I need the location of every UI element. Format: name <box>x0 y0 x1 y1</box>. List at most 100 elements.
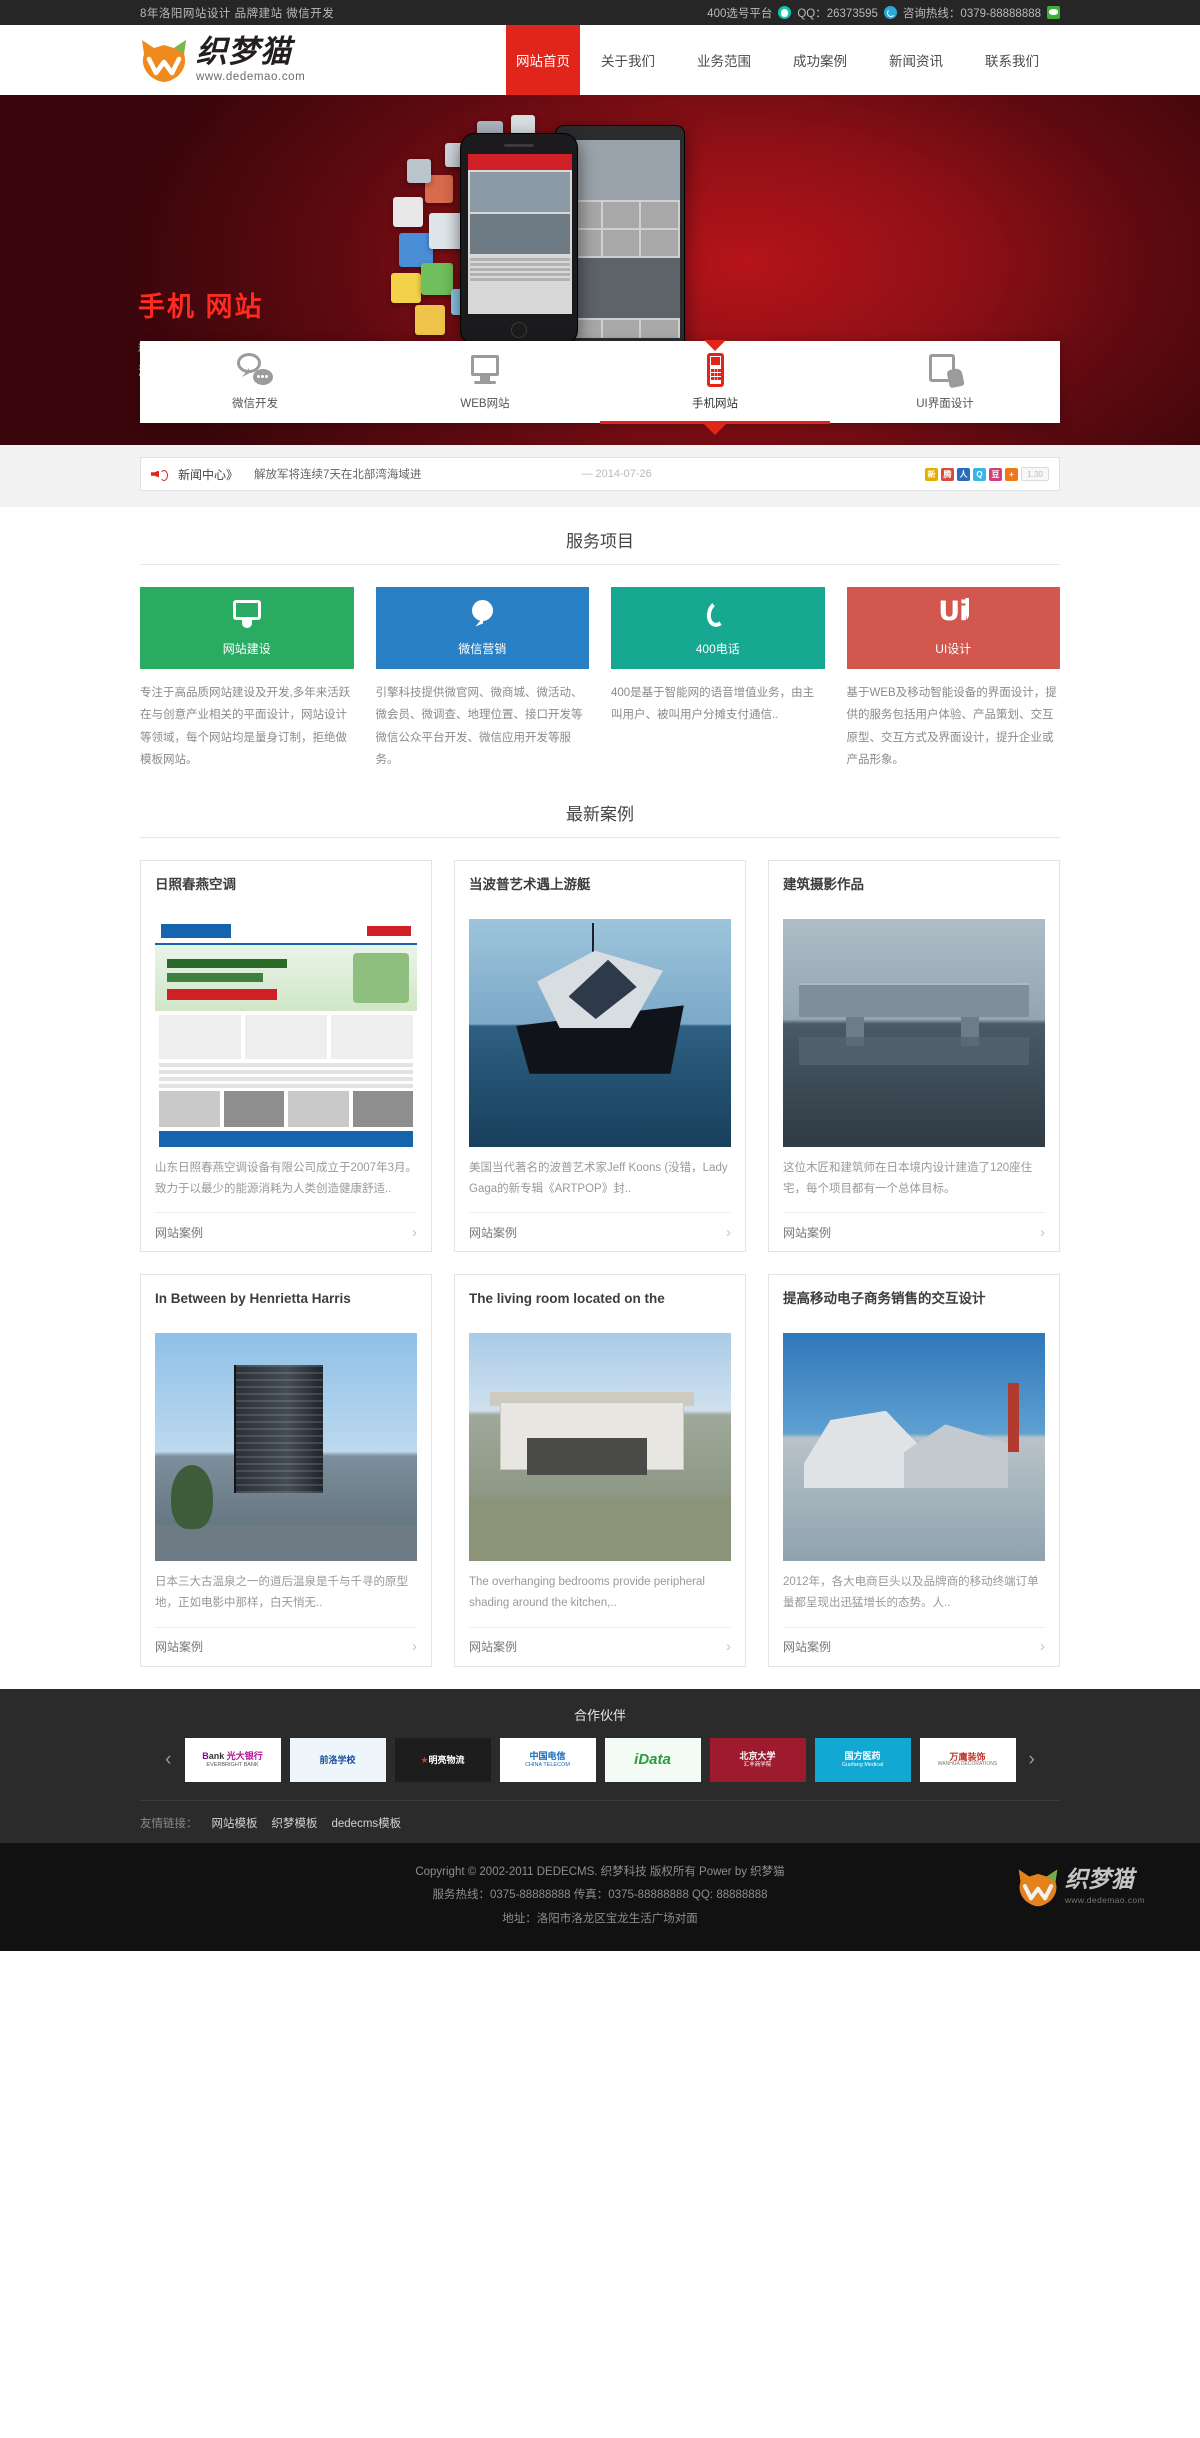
website-screenshot-thumb <box>155 918 417 1147</box>
tablet-touch-icon <box>927 353 965 389</box>
case-more-link[interactable]: 网站案例 › <box>469 1213 731 1251</box>
banner-tab-mobile[interactable]: 手机网站 <box>600 341 830 435</box>
case-more-label: 网站案例 <box>469 1640 518 1655</box>
section-divider <box>140 564 1060 565</box>
nav-home[interactable]: 网站首页 <box>506 25 580 95</box>
banner-tab-web[interactable]: WEB网站 <box>370 341 600 423</box>
partner-logo-qianluo-school[interactable]: 前洛学校 <box>289 1737 386 1782</box>
service-description: 400是基于智能网的语音增值业务，由主叫用户、被叫用户分摊支付通信.. <box>611 687 815 722</box>
tencent-weibo-icon[interactable]: 腾 <box>941 467 954 481</box>
case-title[interactable]: 日照春燕空调 <box>155 875 417 913</box>
speech-bubble-icon <box>465 599 499 630</box>
service-description: 专注于高品质网站建设及开发,多年来活跃在与创意产业相关的平面设计，网站设计等领域… <box>140 687 351 767</box>
qq-icon <box>778 6 792 19</box>
case-more-link[interactable]: 网站案例 › <box>155 1213 417 1251</box>
chevron-right-icon: › <box>1040 1638 1045 1656</box>
cases-row-2: In Between by Henrietta Harris 日本三大古温泉之一… <box>140 1274 1060 1667</box>
friend-links-label: 友情链接： <box>140 1817 198 1830</box>
partners-carousel[interactable]: ‹ Bank 光大银行 EVERBRIGHT BANK 前洛学校 ★明亮物流 中国… <box>140 1737 1060 1782</box>
service-label: 网站建设 <box>222 641 271 656</box>
douban-icon[interactable]: 豆 <box>989 467 1002 481</box>
share-buttons[interactable]: 新 腾 人 Q 豆 + 1.30 <box>925 467 1049 481</box>
site-footer: Copyright © 2002-2011 DEDECMS. 织梦科技 版权所有… <box>0 1842 1200 1952</box>
partner-logo-wanhua-decoration[interactable]: 万鹰装饰 WANHUA DECORATIONS <box>919 1737 1016 1782</box>
case-more-link[interactable]: 网站案例 › <box>783 1213 1045 1251</box>
friend-link-1[interactable]: 网站模板 <box>212 1815 258 1831</box>
hotline-label: 咨询热线：0379-88888888 <box>902 7 1041 20</box>
carousel-next-button[interactable]: › <box>1025 1749 1039 1771</box>
chevron-right-icon: › <box>726 1223 731 1241</box>
case-more-link[interactable]: 网站案例 › <box>469 1628 731 1666</box>
banner-service-tabs[interactable]: 微信开发 WEB网站 手机网站 UI界面设计 <box>140 341 1060 435</box>
service-tile[interactable]: 400电话 <box>611 587 825 669</box>
chat-bubbles-icon <box>237 353 273 387</box>
case-card[interactable]: 建筑摄影作品 这位木匠和建筑师在日本境内设计建造了120座住宅，每个项目都有一个… <box>768 859 1060 1253</box>
case-more-link[interactable]: 网站案例 › <box>783 1628 1045 1666</box>
megaphone-icon <box>151 467 168 482</box>
site-logo[interactable]: 织梦猫 www.dedemao.com <box>140 33 470 84</box>
service-tile[interactable]: 微信营销 <box>375 587 589 669</box>
case-more-link[interactable]: 网站案例 › <box>155 1628 417 1666</box>
banner-tab-label: 手机网站 <box>692 398 738 410</box>
case-title[interactable]: The living room located on the <box>469 1289 731 1327</box>
case-title[interactable]: 提高移动电子商务销售的交互设计 <box>783 1289 1045 1327</box>
footer-logo-title: 织梦猫 <box>1064 1866 1134 1893</box>
qq-label[interactable]: QQ：26373595 <box>797 5 878 21</box>
logo-title: 织梦猫 <box>196 33 292 70</box>
service-description: 基于WEB及移动智能设备的界面设计，提供的服务包括用户体验、产品策划、交互原型、… <box>846 687 1057 767</box>
telephone-icon <box>701 598 735 630</box>
partner-logo-mingliang-logistics[interactable]: ★明亮物流 <box>394 1737 491 1782</box>
news-center-label[interactable]: 新闻中心》 <box>178 466 238 483</box>
cases-section: 最新案例 日照春燕空调 山东日照春燕空调设备有限公司成立于2007年3月。致力于… <box>0 772 1200 1667</box>
banner-tab-label: WEB网站 <box>460 398 510 410</box>
wechat-icon[interactable] <box>1047 6 1060 19</box>
banner-tab-ui[interactable]: UI界面设计 <box>830 341 1060 423</box>
partners-title: 合作伙伴 <box>573 1707 626 1723</box>
nav-news[interactable]: 新闻资讯 <box>868 25 964 95</box>
site-header: 织梦猫 www.dedemao.com 网站首页 关于我们 业务范围 成功案例 … <box>0 25 1200 95</box>
case-description: 山东日照春燕空调设备有限公司成立于2007年3月。致力于以最少的能源消耗为人类创… <box>155 1147 417 1214</box>
news-date: — 2014-07-26 <box>581 468 652 480</box>
case-card[interactable]: 当波普艺术遇上游艇 美国当代著名的波普艺术家Jeff Koons (没错，Lad… <box>454 859 746 1253</box>
sina-weibo-icon[interactable]: 新 <box>925 467 938 481</box>
banner-tab-wechat[interactable]: 微信开发 <box>140 341 370 423</box>
service-tile[interactable]: Ui UI设计 <box>846 587 1060 669</box>
carousel-prev-button[interactable]: ‹ <box>161 1749 175 1771</box>
case-more-label: 网站案例 <box>783 1225 832 1240</box>
services-title: 服务项目 <box>566 532 634 551</box>
service-tile[interactable]: 网站建设 <box>140 587 354 669</box>
case-more-label: 网站案例 <box>469 1225 518 1240</box>
partner-logo-everbright-bank[interactable]: Bank 光大银行 EVERBRIGHT BANK <box>184 1737 281 1782</box>
service-card-wechat: 微信营销 引擎科技提供微官网、微商城、微活动、微会员、微调查、地理位置、接口开发… <box>375 587 589 772</box>
case-card[interactable]: The living room located on the The overh… <box>454 1274 746 1667</box>
friend-link-2[interactable]: 织梦模板 <box>272 1815 318 1831</box>
nav-cases[interactable]: 成功案例 <box>772 25 868 95</box>
partner-logo-peking-university[interactable]: 北京大学 汇丰商学院 <box>709 1737 806 1782</box>
nav-contact[interactable]: 联系我们 <box>964 25 1060 95</box>
qzone-icon[interactable]: Q <box>973 467 986 481</box>
partner-logo-idata[interactable]: iData <box>604 1737 701 1782</box>
case-title[interactable]: 建筑摄影作品 <box>783 875 1045 913</box>
main-navigation[interactable]: 网站首页 关于我们 业务范围 成功案例 新闻资讯 联系我们 <box>506 25 1060 95</box>
more-share-icon[interactable]: + <box>1005 467 1018 481</box>
case-title[interactable]: 当波普艺术遇上游艇 <box>469 875 731 913</box>
partner-logo-guofang-medical[interactable]: 国方医药 Guofang Medical <box>814 1737 911 1782</box>
service-card-ui: Ui UI设计 基于WEB及移动智能设备的界面设计，提供的服务包括用户体验、产品… <box>846 587 1060 772</box>
partner-logo-china-telecom[interactable]: 中国电信 CHINA TELECOM <box>499 1737 596 1782</box>
case-card[interactable]: 日照春燕空调 山东日照春燕空调设备有限公司成立于2007年3月。致力于以最少的能… <box>140 859 432 1253</box>
case-card[interactable]: In Between by Henrietta Harris 日本三大古温泉之一… <box>140 1274 432 1667</box>
friend-link-3[interactable]: dedecms模板 <box>332 1815 402 1831</box>
banner-heading: 手机 网站 <box>138 292 264 322</box>
nav-about[interactable]: 关于我们 <box>580 25 676 95</box>
banner-tab-label: UI界面设计 <box>916 398 974 410</box>
case-description: The overhanging bedrooms provide periphe… <box>469 1561 731 1628</box>
renren-icon[interactable]: 人 <box>957 467 970 481</box>
service-label: 400电话 <box>695 641 740 656</box>
case-title[interactable]: In Between by Henrietta Harris <box>155 1289 417 1327</box>
case-card[interactable]: 提高移动电子商务销售的交互设计 2012年，各大电商巨头以及品牌商的移动终端订单… <box>768 1274 1060 1667</box>
top-bar: 8年洛阳网站设计 品牌建站 微信开发 400选号平台 QQ：26373595 咨… <box>0 0 1200 25</box>
platform-label[interactable]: 400选号平台 <box>707 5 772 21</box>
nav-business[interactable]: 业务范围 <box>676 25 772 95</box>
case-description: 日本三大古温泉之一的道后温泉是千与千寻的原型地，正如电影中那样，白天悄无.. <box>155 1561 417 1628</box>
news-headline[interactable]: 解放军将连续7天在北部湾海域进 <box>254 466 421 482</box>
